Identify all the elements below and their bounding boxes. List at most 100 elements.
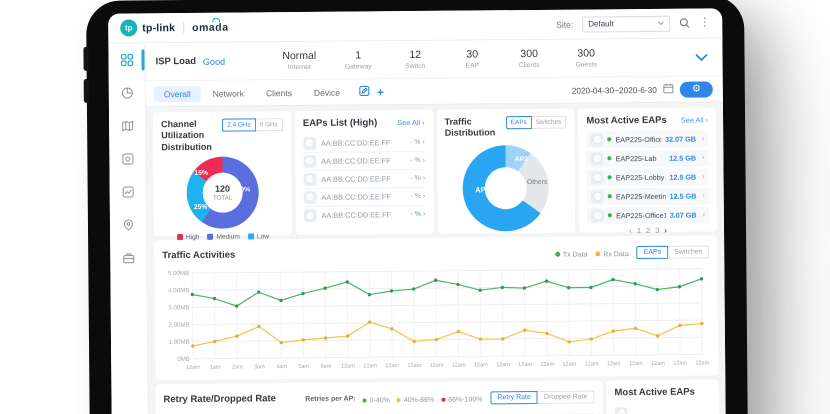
tab-clients[interactable]: Clients [256, 84, 302, 100]
most-active-eaps-card: Most Active EAPs See All › EAP225-Office… [578, 107, 718, 235]
svg-text:2am: 2am [232, 364, 243, 370]
legend-medium-swatch [207, 234, 214, 241]
date-range-picker[interactable]: 2020-04-30~2020-6-30 [572, 84, 657, 95]
collapse-chevron-icon[interactable] [694, 48, 708, 66]
toggle-retry-rate[interactable]: Retry Rate [490, 390, 538, 404]
toggle-switches[interactable]: Switches [668, 244, 710, 259]
tab-network[interactable]: Network [203, 85, 254, 101]
stat-clients: 300 Clients [518, 47, 540, 70]
more-menu-icon[interactable]: ⋮ [699, 16, 710, 28]
site-select[interactable]: Default [582, 15, 671, 33]
ap-device-image [590, 152, 604, 166]
svg-text:4am: 4am [276, 364, 287, 370]
active-eap-row[interactable]: EAP225-Lobby 12.5 GB › [586, 168, 709, 187]
segment-label-low: 25% [193, 203, 208, 211]
pagination: ‹ 1 2 3 › [587, 225, 709, 235]
toggle-dropped-rate[interactable]: Dropped Rate [537, 389, 595, 404]
active-indicator [141, 49, 145, 71]
summary-stats: Normal Internet 1 Gateway 12 Switch 30 EAP [282, 47, 601, 71]
sidebar-item-dashboard[interactable] [108, 49, 145, 71]
settings-button[interactable]: ⚙ [679, 80, 713, 98]
svg-text:12am: 12am [562, 362, 576, 368]
svg-text:4.00MB: 4.00MB [168, 287, 189, 294]
stat-eap: 30 EAP [465, 48, 480, 70]
active-eap-row[interactable]: EAP225-Lab 12.5 GB › [586, 149, 709, 168]
svg-text:12am: 12am [341, 363, 355, 369]
page-2[interactable]: 2 [646, 226, 650, 235]
ap-device-image [590, 133, 604, 147]
card-title: EAPs List (High) [302, 117, 378, 129]
segment-label-high: 15% [194, 169, 209, 177]
tab-device[interactable]: Device [304, 84, 350, 100]
ap-device-image [302, 136, 317, 150]
ap-device-image [303, 154, 317, 168]
gear-icon: ⚙ [691, 83, 701, 95]
svg-text:12am: 12am [540, 362, 554, 368]
add-tab-icon[interactable]: + [377, 85, 384, 99]
traffic-activities-toggle: EAPs Switches [636, 244, 710, 259]
dashboard-cards: Channel Utilization Distribution 2.4 GHz… [145, 102, 727, 414]
sidebar [108, 43, 150, 414]
app-screen: tp tp-link omada Site: Default ⋮ ISP Loa… [108, 8, 727, 414]
calendar-icon[interactable] [663, 80, 674, 98]
active-eap-row[interactable]: EAP225-Office 32.07 GB › [586, 130, 709, 149]
search-icon[interactable] [679, 18, 690, 29]
toggle-eaps[interactable]: EAPs [505, 115, 532, 130]
sidebar-item-location[interactable] [110, 218, 146, 236]
eap-list-row[interactable]: AA:BB:CC:DD:EE:FF - % › [303, 169, 426, 189]
insight-chart-icon [121, 185, 134, 203]
status-online-dot [607, 137, 612, 142]
svg-text:2.00MB: 2.00MB [168, 321, 189, 328]
traffic-activities-card: Traffic Activities Tx Data Rx Data EAPs … [154, 235, 719, 381]
site-select-value: Default [588, 19, 614, 29]
page-prev[interactable]: ‹ [629, 226, 632, 235]
donut-total-value: 120 [214, 183, 231, 194]
toggle-24ghz[interactable]: 2.4 GHz [222, 118, 256, 132]
see-all-link[interactable]: See All › [681, 115, 708, 124]
page-next[interactable]: › [664, 226, 667, 235]
svg-text:12am: 12am [585, 361, 599, 367]
chevron-right-icon: › [702, 192, 705, 200]
segment-label-ap2: AP2 [514, 155, 529, 163]
eap-list-row[interactable]: AA:BB:CC:DD:EE:FF - % › [302, 133, 425, 153]
svg-text:12am: 12am [407, 363, 421, 369]
map-icon [121, 119, 134, 137]
page-1[interactable]: 1 [637, 226, 641, 235]
donut-total-label: TOTAL [212, 194, 233, 202]
active-eap-row[interactable]: EAP225-Office1 3.07 GB › [587, 206, 709, 225]
isp-load-bar: ISP Load Good NormalInternet 1Gateway [145, 38, 723, 82]
tablet-volume-button [83, 46, 89, 71]
svg-text:5am: 5am [298, 364, 309, 370]
retry-low-dot [362, 398, 367, 403]
tab-overall[interactable]: Overall [153, 85, 201, 102]
toggle-5ghz[interactable]: 5 GHz [255, 118, 283, 132]
toggle-eaps[interactable]: EAPs [636, 245, 669, 259]
svg-text:5.00MB: 5.00MB [168, 270, 189, 277]
card-title: Traffic Distribution [444, 116, 496, 138]
sidebar-item-insight[interactable] [110, 185, 146, 203]
svg-text:1.00MB: 1.00MB [169, 339, 190, 346]
see-all-link[interactable]: See All › [397, 118, 424, 127]
card-title: Retry Rate/Dropped Rate [163, 393, 276, 406]
active-eap-row[interactable]: EAP225-Meeting 12.5 GB › [586, 187, 709, 206]
traffic-donut-chart: AP1 AP2 Others [462, 144, 550, 232]
eap-list-row[interactable]: AA:BB:CC:DD:EE:FF - % › [303, 187, 426, 207]
status-online-dot [607, 156, 612, 161]
page-3[interactable]: 3 [655, 226, 659, 235]
sidebar-item-devices[interactable] [109, 152, 145, 170]
card-title: Most Active EAPs [586, 114, 667, 127]
svg-text:12am: 12am [186, 365, 200, 371]
stat-guests: 300 Guests [575, 47, 598, 69]
edit-tabs-icon[interactable] [359, 83, 370, 101]
sidebar-item-toolbox[interactable] [110, 251, 146, 269]
sidebar-item-statistics[interactable] [109, 86, 145, 104]
eap-list-row[interactable]: AA:BB:CC:DD:EE:FF - % › [303, 151, 425, 171]
svg-text:0MB: 0MB [177, 356, 190, 363]
retry-legend: Retries per AP: 0-40% 40%-66% 66%-100% [305, 395, 483, 405]
card-title: Channel Utilization Distribution [161, 118, 212, 152]
sidebar-item-map[interactable] [109, 119, 145, 137]
ap-device-image [590, 171, 604, 185]
eap-list-row[interactable]: AA:BB:CC:DD:EE:FF - % › [303, 206, 426, 225]
rx-legend-dot [595, 251, 601, 257]
toggle-switches[interactable]: Switches [531, 115, 567, 129]
